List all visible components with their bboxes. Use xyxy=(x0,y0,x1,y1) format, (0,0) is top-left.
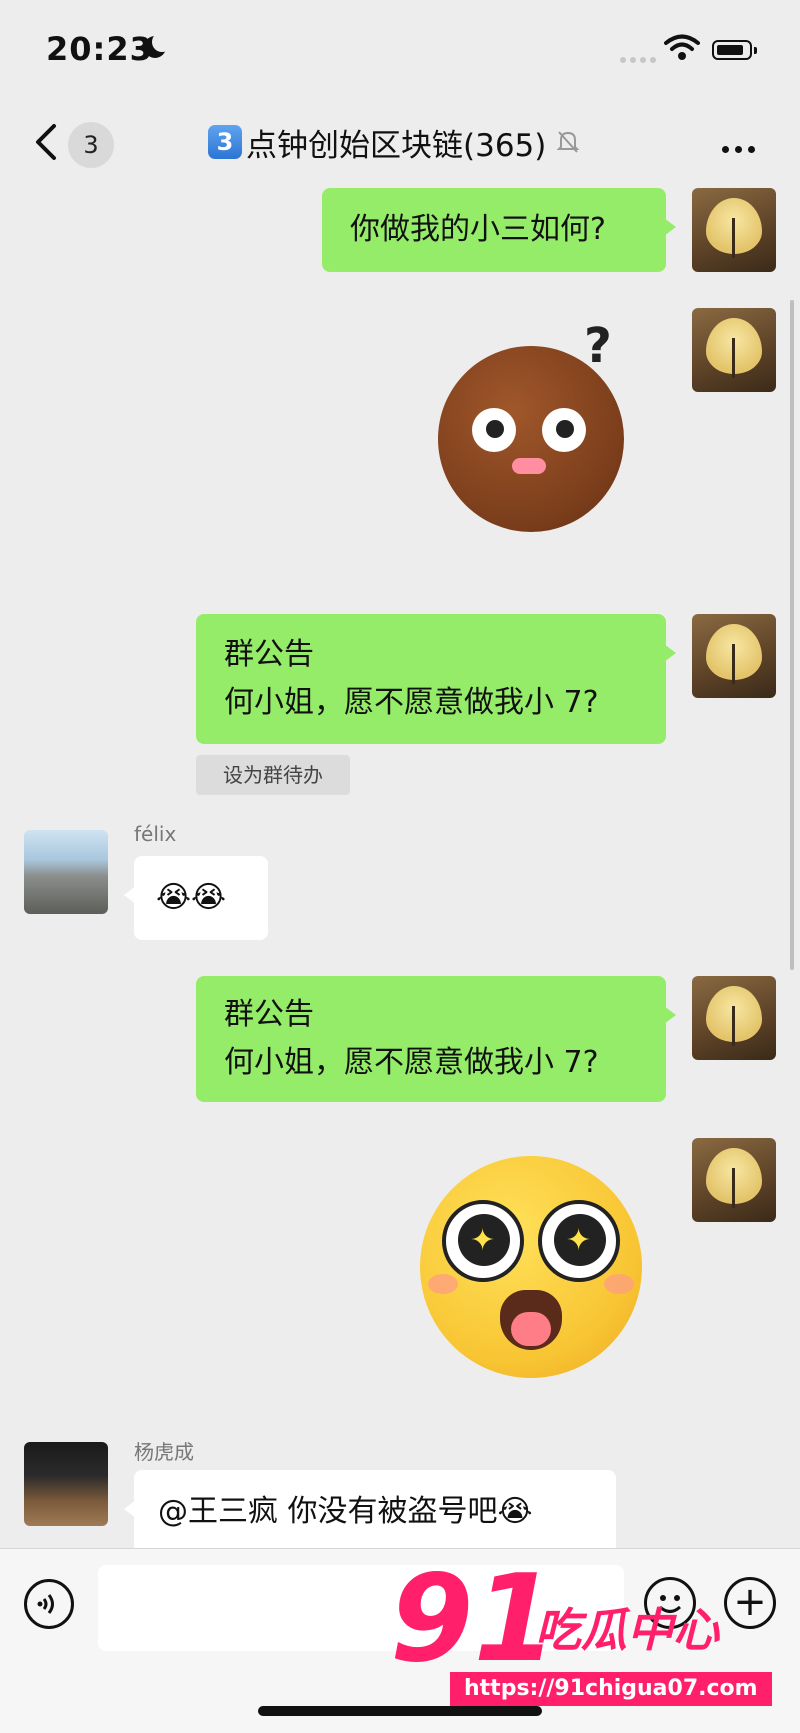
avatar[interactable] xyxy=(24,1442,108,1526)
avatar[interactable] xyxy=(24,830,108,914)
sender-name: félix xyxy=(134,822,177,846)
message-bubble-incoming[interactable]: @王三疯 你没有被盗号吧😭 xyxy=(124,1470,616,1554)
sender-name: 杨虎成 xyxy=(134,1440,194,1464)
group-name: 点钟创始区块链(365) xyxy=(246,127,547,164)
chat-title[interactable]: 3 点钟创始区块链(365) xyxy=(208,120,580,164)
avatar[interactable] xyxy=(692,308,776,392)
starry-eyed-face-sticker[interactable]: ✦ ✦ xyxy=(420,1156,642,1378)
voice-icon[interactable] xyxy=(24,1579,74,1629)
keycap-number-emoji: 3 xyxy=(208,125,242,159)
more-icon[interactable] xyxy=(722,138,761,157)
set-group-todo-button[interactable]: 设为群待办 xyxy=(196,755,350,795)
signal-icon xyxy=(620,48,660,67)
message-text: @王三疯 你没有被盗号吧😭 xyxy=(158,1494,533,1529)
mute-bell-icon xyxy=(556,131,580,153)
announcement-label: 群公告 xyxy=(224,997,314,1032)
avatar[interactable] xyxy=(692,976,776,1060)
announcement-text: 何小姐，愿不愿意做我小 7? xyxy=(224,685,599,720)
question-mark-icon: ? xyxy=(584,318,612,374)
group-announcement-bubble[interactable]: 群公告 何小姐，愿不愿意做我小 7? xyxy=(196,976,676,1102)
status-time: 20:23 xyxy=(46,30,153,68)
back-icon[interactable] xyxy=(28,120,68,164)
status-bar: 20:23 xyxy=(0,0,800,100)
message-bubble-outgoing[interactable]: 你做我的小三如何? xyxy=(322,188,676,272)
avatar[interactable] xyxy=(692,1138,776,1222)
avatar[interactable] xyxy=(692,188,776,272)
battery-icon xyxy=(712,40,757,60)
wifi-icon xyxy=(664,34,700,60)
watermark-url: https://91chigua07.com xyxy=(450,1672,772,1706)
moon-icon xyxy=(144,32,172,58)
message-bubble-incoming[interactable]: 😭😭 xyxy=(124,856,268,940)
announcement-label: 群公告 xyxy=(224,637,314,672)
group-announcement-bubble[interactable]: 群公告 何小姐，愿不愿意做我小 7? xyxy=(196,614,676,744)
unread-count-badge[interactable]: 3 xyxy=(68,122,114,168)
confused-face-sticker[interactable]: ? xyxy=(438,318,624,532)
watermark-text: 吃瓜中心 xyxy=(535,1603,719,1657)
chat-header: 3 3 点钟创始区块链(365) xyxy=(0,100,800,188)
home-indicator xyxy=(258,1706,542,1716)
site-watermark: 91 吃瓜中心 https://91chigua07.com xyxy=(390,1560,790,1710)
message-text: 你做我的小三如何? xyxy=(350,212,606,247)
watermark-number: 91 xyxy=(390,1550,557,1689)
message-text: 😭😭 xyxy=(156,880,227,915)
announcement-text: 何小姐，愿不愿意做我小 7? xyxy=(224,1045,599,1080)
scrollbar[interactable] xyxy=(790,300,794,970)
avatar[interactable] xyxy=(692,614,776,698)
